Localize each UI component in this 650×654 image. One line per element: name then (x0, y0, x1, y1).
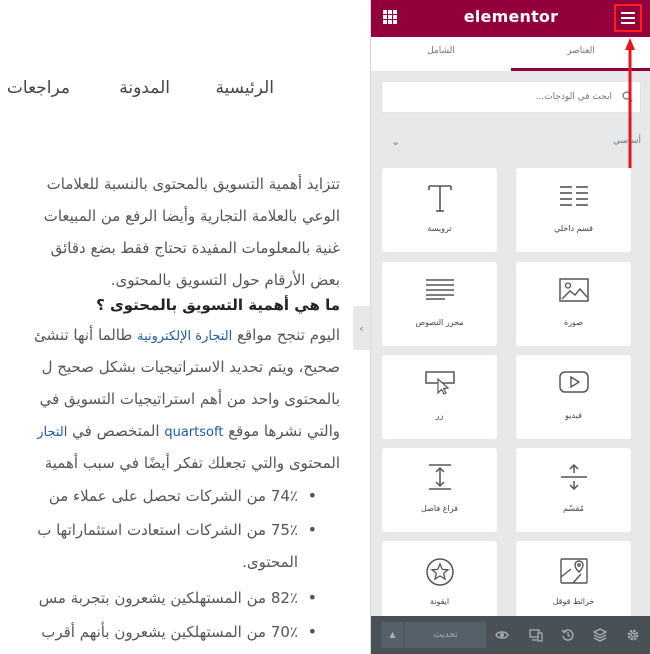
caret-up-icon: ▲ (389, 630, 396, 639)
responsive-mode-icon[interactable] (529, 628, 543, 642)
article-content: تتزايد أهمية التسويق بالمحتوى بالنسبة لل… (0, 168, 340, 649)
nav-reviews-link[interactable]: مراجعات (7, 78, 70, 98)
eye-preview-icon[interactable] (495, 628, 509, 642)
elementor-editor: الرئيسية المدونة مراجعات تتزايد أهمية ال… (0, 0, 650, 654)
text-editor-icon (425, 279, 454, 300)
widget-image[interactable]: صورة (516, 262, 631, 346)
widget-divider[interactable]: مُقسّم (516, 448, 631, 532)
update-button[interactable]: تحديث (405, 622, 486, 648)
paragraph-line: تتزايد أهمية التسويق بالمحتوى بالنسبة لل… (46, 175, 340, 193)
navigator-layers-icon[interactable] (593, 628, 607, 642)
ecommerce-link[interactable]: التجارة الإلكترونية (137, 329, 232, 344)
widget-label: قسم داخلي (554, 224, 593, 233)
list-item: 70٪ من المستهلكين يشعرون بأنهم أقرب (0, 615, 340, 649)
nav-blog-link[interactable]: المدونة (119, 78, 170, 98)
widget-label: فيديو (565, 411, 582, 420)
commerce-link[interactable]: التجار (37, 425, 67, 440)
widget-google-maps[interactable]: خرائط قوقل (516, 541, 631, 625)
inner-section-icon (559, 186, 588, 206)
widget-label: فراغ فاصل (421, 504, 458, 513)
paragraph-line: والتي نشرها موقع quartsoft المتخصص في ال… (0, 415, 340, 447)
hamburger-menu-button[interactable] (614, 4, 642, 32)
widget-icon[interactable]: ايقونة (382, 541, 497, 625)
update-options-button[interactable]: ▲ (381, 622, 405, 648)
widget-text-editor[interactable]: محرر النصوص (382, 262, 497, 346)
star-icon (425, 558, 454, 586)
list-item: 75٪ من الشركات استعادت استثماراتها ب (0, 513, 340, 547)
widget-label: مُقسّم (563, 504, 584, 513)
panel-header: elementor (371, 0, 650, 37)
widget-label: ايقونة (429, 597, 450, 606)
elementor-logo: elementor (463, 7, 559, 26)
history-icon[interactable] (561, 628, 575, 642)
widget-video[interactable]: فيديو (516, 355, 631, 439)
text-span: المتخصص في (67, 422, 165, 440)
paragraph-line: اليوم تنجح مواقع التجارة الإلكترونية طال… (0, 319, 340, 351)
annotation-arrow (625, 38, 635, 168)
button-icon (424, 371, 455, 395)
divider-icon (560, 464, 587, 490)
widget-search (381, 81, 641, 113)
widget-label: صورة (564, 318, 583, 327)
widget-label: زر (435, 411, 444, 420)
category-basic-header[interactable]: أساسي ⌄ (381, 130, 641, 154)
page-preview[interactable]: الرئيسية المدونة مراجعات تتزايد أهمية ال… (0, 0, 370, 654)
widget-button[interactable]: زر (382, 355, 497, 439)
nav-home-link[interactable]: الرئيسية (215, 78, 274, 98)
paragraph-line: الوعي بالعلامة التجارية وأيضا الرفع من ا… (43, 207, 340, 225)
paragraph-line: بالمحتوى واحد من أهم استراتيجيات التسويق… (39, 390, 340, 408)
widget-label: محرر النصوص (415, 318, 464, 327)
text-span: طالما أنها تنشئ (34, 326, 138, 344)
tab-global[interactable]: الشامل (371, 37, 511, 71)
widget-label: خرائط قوقل (552, 597, 595, 606)
list-item: 74٪ من الشركات تحصل على عملاء من (0, 479, 340, 513)
quartsoft-link[interactable]: quartsoft (164, 425, 223, 440)
text-span: اليوم تنجح مواقع (232, 326, 340, 344)
spacer-icon (428, 464, 451, 490)
paragraph-line: المحتوى والتي تجعلك تفكر أيضًا في سبب أه… (44, 454, 340, 472)
search-input[interactable] (412, 82, 612, 112)
site-nav: الرئيسية المدونة مراجعات (0, 78, 370, 108)
collapse-panel-toggle[interactable]: ‹ (353, 306, 370, 350)
widget-heading[interactable]: ترويسة (382, 168, 497, 252)
panel-tabs: الشامل العناصر (371, 37, 650, 71)
list-item-continuation: المحتوى. (242, 553, 298, 571)
panel-footer: ▲ تحديث (371, 616, 650, 654)
widget-spacer[interactable]: فراغ فاصل (382, 448, 497, 532)
heading-icon (427, 185, 452, 212)
chevron-down-icon: ⌄ (391, 135, 401, 148)
elementor-panel: elementor الشامل العناصر أساسي ⌄ (370, 0, 650, 654)
google-maps-icon (559, 558, 588, 584)
chevron-left-icon: ‹ (359, 321, 364, 335)
gear-icon[interactable] (626, 628, 640, 642)
widget-label: ترويسة (427, 224, 452, 233)
article-heading: ما هي أهمية التسويق بالمحتوى ؟ (96, 296, 340, 314)
list-item: 82٪ من المستهلكين يشعرون بتجربة مس (0, 581, 340, 615)
paragraph-line: صحيح، ويتم تحديد الاستراتيجيات بشكل صحيح… (41, 358, 340, 376)
widget-inner-section[interactable]: قسم داخلي (516, 168, 631, 252)
text-span: والتي نشرها موقع (223, 422, 340, 440)
video-icon (558, 371, 589, 393)
image-icon (558, 278, 589, 302)
paragraph-line: غنية بالمعلومات المفيدة تحتاج فقط بضع دق… (50, 239, 340, 257)
hamburger-icon (621, 12, 635, 24)
